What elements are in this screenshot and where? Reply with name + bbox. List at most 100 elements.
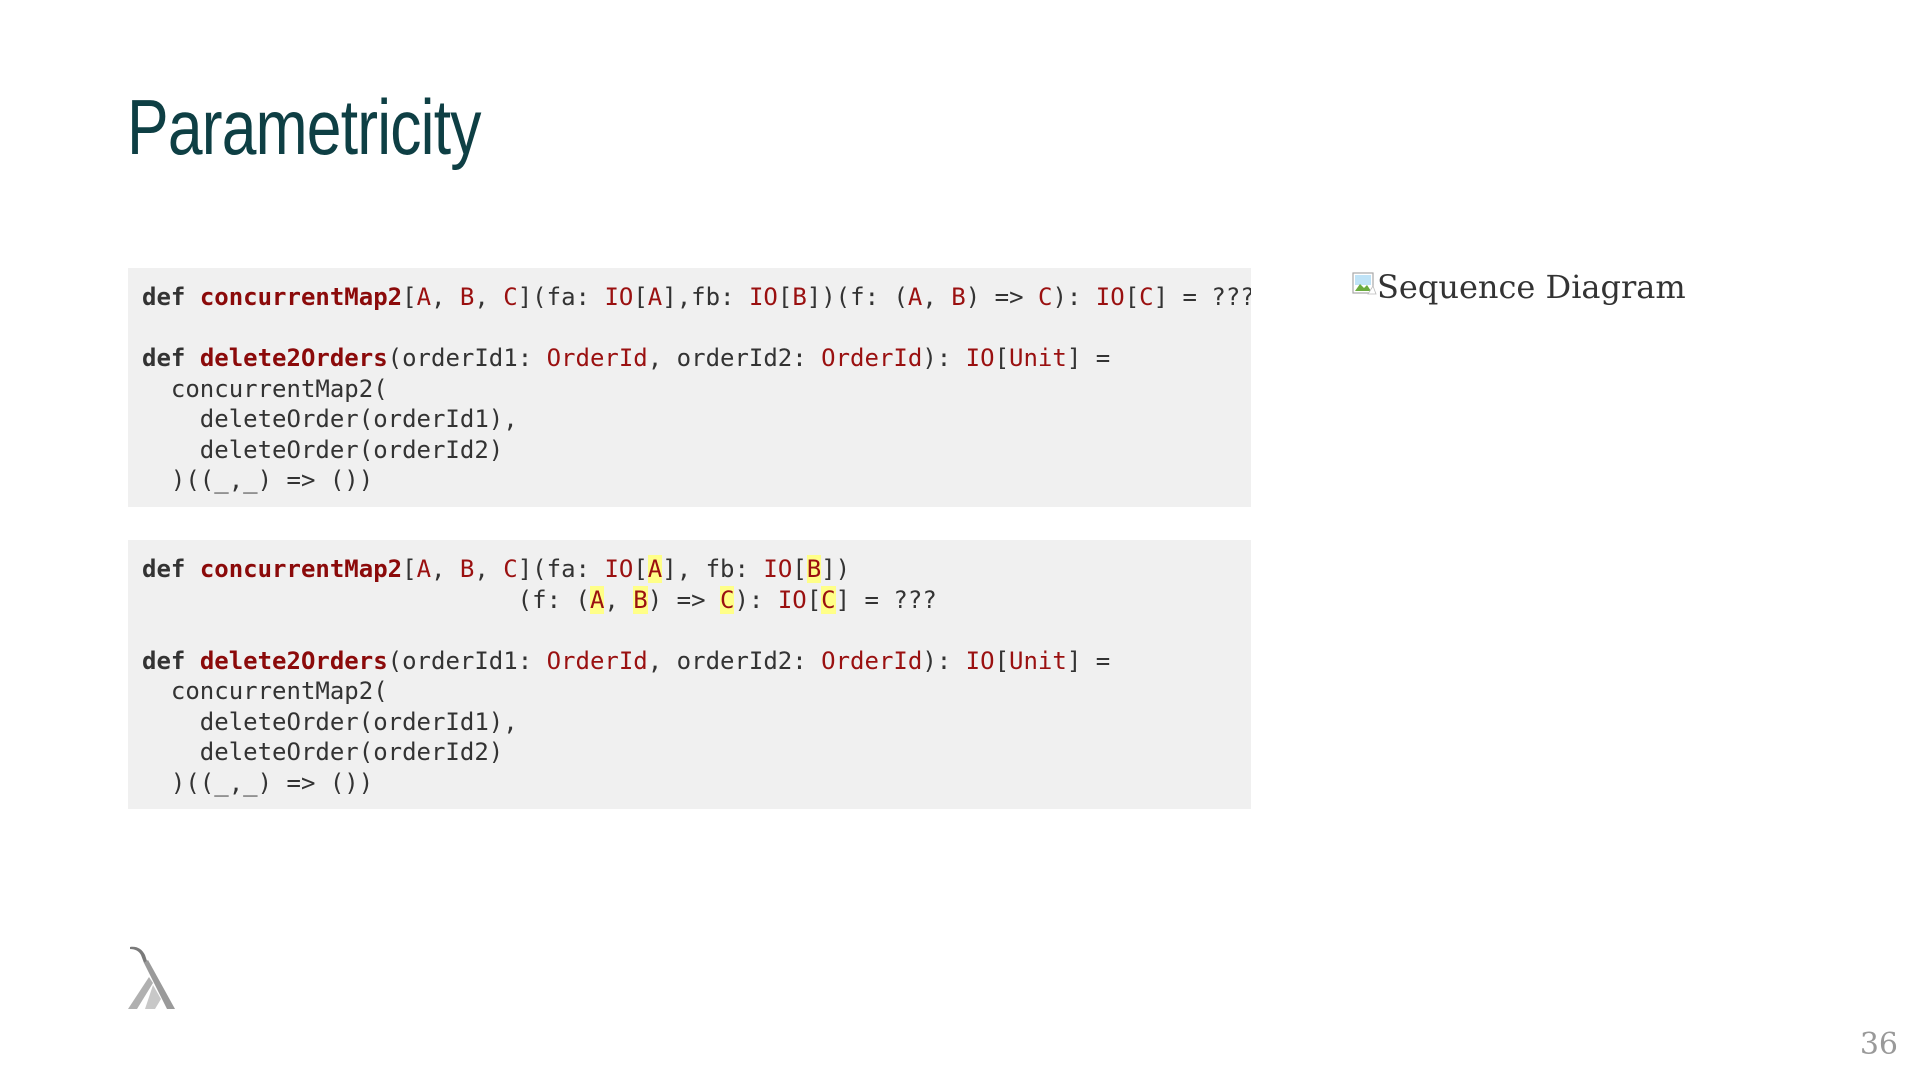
code-token: [ bbox=[994, 646, 1010, 675]
code-token: C bbox=[503, 555, 518, 583]
code-token: IO bbox=[748, 283, 778, 311]
code-token: deleteOrder(orderId1), bbox=[142, 707, 518, 736]
code-token: )((_,_) => ()) bbox=[142, 768, 374, 797]
code-token: B bbox=[951, 283, 966, 311]
code-token: def bbox=[142, 555, 186, 583]
code-token: deleteOrder(orderId2) bbox=[142, 435, 504, 464]
code-line: )((_,_) => ()) bbox=[142, 465, 1251, 496]
code-token: , bbox=[922, 283, 952, 311]
code-token: , bbox=[431, 283, 460, 311]
sequence-diagram-alt-text: Sequence Diagram bbox=[1377, 268, 1686, 306]
code-line: deleteOrder(orderId2) bbox=[142, 737, 1251, 768]
code-token: ): bbox=[922, 646, 966, 675]
code-token: B bbox=[792, 283, 807, 311]
slide-title: Parametricity bbox=[127, 83, 481, 171]
code-token: C bbox=[1037, 283, 1053, 311]
code-line: (f: (A, B) => C): IO[C] = ??? bbox=[142, 585, 1251, 616]
code-token: concurrentMap2( bbox=[142, 677, 388, 705]
code-token: [ bbox=[402, 283, 417, 311]
page-number: 36 bbox=[1859, 1027, 1898, 1062]
code-token: IO bbox=[1095, 283, 1125, 311]
code-token: OrderId bbox=[546, 646, 648, 675]
code-token: ] = bbox=[1066, 344, 1111, 372]
code-block-2: def concurrentMap2[A, B, C](fa: IO[A], f… bbox=[128, 540, 1251, 809]
code-token: ) => bbox=[965, 283, 1038, 311]
code-token: B bbox=[459, 283, 475, 311]
code-block-1: def concurrentMap2[A, B, C](fa: IO[A],fb… bbox=[128, 268, 1251, 507]
code-token: ](fa: bbox=[517, 283, 605, 311]
code-token: , orderId2: bbox=[647, 646, 822, 675]
code-token: IO bbox=[604, 283, 634, 311]
code-token: A bbox=[416, 283, 432, 311]
code-token: ] = ??? bbox=[1153, 283, 1251, 311]
code-token: A bbox=[907, 283, 923, 311]
code-token: def bbox=[142, 283, 186, 311]
highlighted-type-param: C bbox=[821, 585, 836, 614]
code-token: (orderId1: bbox=[387, 646, 547, 675]
code-token: (orderId1: bbox=[387, 344, 547, 372]
code-token: ](fa: bbox=[517, 555, 605, 583]
code-token: [ bbox=[792, 555, 807, 583]
code-token: def bbox=[142, 646, 186, 675]
code-token: A bbox=[647, 283, 663, 311]
code-token: C bbox=[1139, 283, 1154, 311]
broken-image-icon bbox=[1352, 272, 1377, 295]
code-token: [ bbox=[633, 555, 648, 583]
highlighted-type-param: B bbox=[806, 555, 822, 583]
code-token: IO bbox=[965, 344, 995, 372]
code-token: ): bbox=[1052, 283, 1096, 311]
code-line: deleteOrder(orderId1), bbox=[142, 707, 1251, 738]
code-token: Unit bbox=[1009, 344, 1067, 372]
code-line: def delete2Orders(orderId1: OrderId, ord… bbox=[142, 646, 1251, 677]
sequence-diagram-image: Sequence Diagram bbox=[1352, 268, 1686, 306]
code-token: ] = ??? bbox=[835, 585, 937, 614]
highlighted-type-param: A bbox=[647, 555, 663, 583]
code-token: OrderId bbox=[546, 344, 648, 372]
code-line: def delete2Orders(orderId1: OrderId, ord… bbox=[142, 343, 1251, 374]
code-token: OrderId bbox=[821, 646, 923, 675]
code-token: IO bbox=[965, 646, 995, 675]
code-token: def bbox=[142, 344, 186, 372]
code-line: concurrentMap2( bbox=[142, 676, 1251, 707]
code-token: B bbox=[459, 555, 475, 583]
lambda-logo bbox=[128, 946, 175, 1009]
code-token: ): bbox=[922, 344, 966, 372]
code-token: ) => bbox=[647, 585, 720, 614]
code-token: (f: ( bbox=[142, 585, 590, 614]
code-token: [ bbox=[633, 283, 648, 311]
code-token: OrderId bbox=[821, 344, 923, 372]
code-token: C bbox=[503, 283, 518, 311]
code-token: , bbox=[474, 283, 504, 311]
code-token: deleteOrder(orderId2) bbox=[142, 738, 504, 766]
code-token: A bbox=[416, 555, 432, 583]
code-token: delete2Orders bbox=[199, 646, 388, 675]
highlighted-type-param: C bbox=[720, 585, 735, 614]
code-token: deleteOrder(orderId1), bbox=[142, 405, 518, 433]
code-token: IO bbox=[777, 585, 807, 614]
code-token: [ bbox=[402, 555, 417, 583]
code-token: [ bbox=[777, 283, 793, 311]
code-token: IO bbox=[604, 555, 634, 583]
code-line: deleteOrder(orderId1), bbox=[142, 404, 1251, 435]
highlighted-type-param: A bbox=[589, 585, 605, 614]
code-line: def concurrentMap2[A, B, C](fa: IO[A], f… bbox=[142, 554, 1251, 585]
code-token: IO bbox=[763, 555, 793, 583]
code-token: concurrentMap2( bbox=[142, 374, 388, 403]
code-token: ])(f: ( bbox=[806, 283, 908, 311]
code-token: , bbox=[474, 555, 504, 583]
code-token: , orderId2: bbox=[647, 344, 822, 372]
code-token: [ bbox=[994, 344, 1010, 372]
code-token: concurrentMap2 bbox=[199, 283, 403, 311]
code-token: [ bbox=[806, 585, 822, 614]
code-token: ): bbox=[734, 585, 778, 614]
code-line: )((_,_) => ()) bbox=[142, 768, 1251, 799]
code-token: concurrentMap2 bbox=[199, 555, 403, 583]
code-token: ], fb: bbox=[662, 555, 764, 583]
code-token: )((_,_) => ()) bbox=[142, 466, 374, 494]
